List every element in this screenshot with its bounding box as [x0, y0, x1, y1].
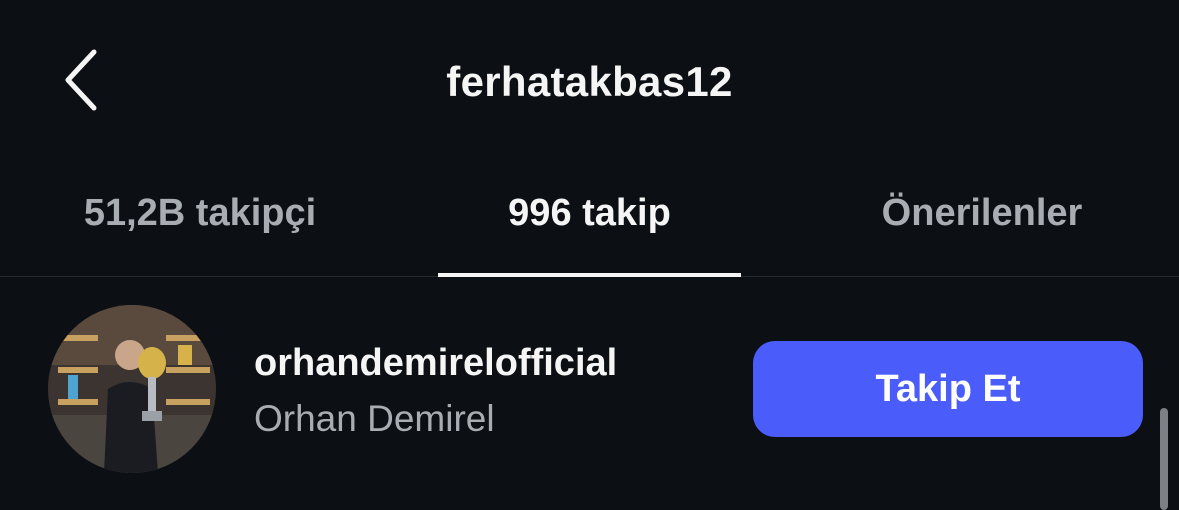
tab-followers[interactable]: 51,2B takipçi — [20, 170, 380, 276]
scrollbar[interactable] — [1160, 408, 1168, 510]
tab-bar: 51,2B takipçi 996 takip Önerilenler — [0, 170, 1179, 277]
top-bar: ferhatakbas12 — [0, 0, 1179, 170]
page-title: ferhatakbas12 — [446, 58, 733, 105]
follow-button[interactable]: Takip Et — [753, 341, 1143, 437]
tab-suggested-label: Önerilenler — [881, 192, 1083, 234]
list-item: orhandemirelofficial Orhan Demirel Takip… — [0, 277, 1179, 510]
username[interactable]: orhandemirelofficial — [254, 341, 724, 385]
tab-following-label: 996 takip — [508, 192, 671, 234]
tab-suggested[interactable]: Önerilenler — [812, 170, 1152, 276]
avatar[interactable] — [48, 305, 216, 473]
user-info: orhandemirelofficial Orhan Demirel — [254, 341, 724, 441]
tab-followers-label: 51,2B takipçi — [83, 192, 317, 234]
full-name: Orhan Demirel — [254, 398, 495, 439]
tab-following[interactable]: 996 takip — [438, 170, 741, 277]
